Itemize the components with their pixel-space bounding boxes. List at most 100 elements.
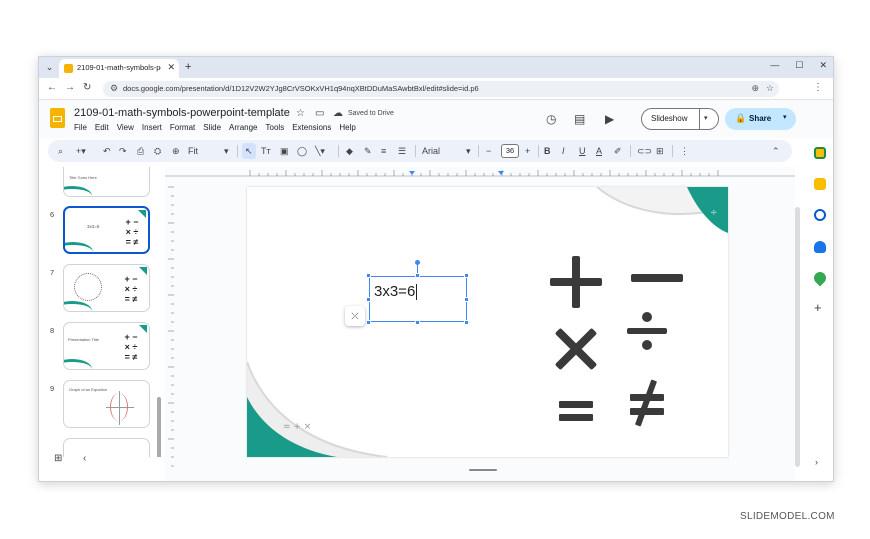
resize-handle-s[interactable] <box>415 320 420 325</box>
grid-view-icon[interactable]: ⊞ <box>54 453 62 464</box>
browser-menu-icon[interactable]: ⋮ <box>813 82 823 93</box>
shape-icon[interactable]: ◯ <box>297 144 307 158</box>
menu-view[interactable]: View <box>117 123 134 132</box>
menu-tools[interactable]: Tools <box>266 123 285 132</box>
border-dash-icon[interactable]: ☰ <box>398 144 406 158</box>
move-folder-icon[interactable]: ▭ <box>315 108 324 119</box>
print-icon[interactable]: ⎙ <box>137 144 144 158</box>
border-weight-icon[interactable]: ≡ <box>381 144 386 158</box>
add-comment-icon[interactable]: ⊞ <box>656 144 664 158</box>
resize-handle-sw[interactable] <box>366 320 371 325</box>
paint-format-icon[interactable]: ⛭ <box>154 144 161 158</box>
indent-marker-icon[interactable] <box>409 171 415 175</box>
slide-thumbnail[interactable]: Title Goes Here <box>63 167 150 197</box>
share-button[interactable]: 🔒 Share ▾ <box>725 108 796 130</box>
filmstrip-scrollbar[interactable] <box>157 397 161 457</box>
menu-format[interactable]: Format <box>170 123 195 132</box>
new-slide-icon[interactable]: +▾ <box>76 144 86 158</box>
horizontal-ruler[interactable] <box>165 167 795 177</box>
insert-image-icon[interactable]: ▣ <box>280 144 289 158</box>
vertical-ruler[interactable] <box>165 183 175 473</box>
text-box-content[interactable]: 3x3=6 <box>374 284 418 300</box>
insert-link-icon[interactable]: ⊂⊃ <box>637 144 652 158</box>
resize-handle-n[interactable] <box>415 273 420 278</box>
keep-icon[interactable] <box>814 178 826 190</box>
selected-text-box[interactable]: 3x3=6 <box>369 276 467 322</box>
close-tab-icon[interactable]: ✕ <box>167 62 175 73</box>
menu-file[interactable]: File <box>74 123 87 132</box>
meet-camera-icon[interactable]: ▶ <box>605 112 614 126</box>
slideshow-options-icon[interactable]: ▾ <box>704 114 708 122</box>
rotate-handle[interactable] <box>415 260 420 265</box>
fill-color-icon[interactable]: ◆ <box>346 144 353 158</box>
slides-logo-icon[interactable] <box>50 108 65 128</box>
zoom-select[interactable]: Fit <box>188 144 198 158</box>
canvas-scrollbar[interactable] <box>795 207 800 467</box>
underline-icon[interactable]: U <box>579 144 586 158</box>
menu-arrange[interactable]: Arrange <box>229 123 257 132</box>
zoom-dropdown-icon[interactable]: ▾ <box>224 144 229 158</box>
font-size-input[interactable]: 36 <box>501 144 519 158</box>
expand-side-panel-icon[interactable]: › <box>815 457 818 467</box>
version-history-icon[interactable]: ◷ <box>546 112 556 126</box>
highlight-icon[interactable]: ✐ <box>614 144 622 158</box>
tab-search-button[interactable]: ⌄ <box>42 60 57 75</box>
contacts-icon[interactable] <box>814 241 826 253</box>
maps-icon[interactable] <box>811 269 829 287</box>
text-wrap-option-icon[interactable]: ⤫ <box>345 306 365 326</box>
font-select[interactable]: Arial <box>422 144 440 158</box>
current-slide[interactable]: ÷ = + × 3x3=6 <box>247 187 728 457</box>
border-color-icon[interactable]: ✎ <box>364 144 372 158</box>
browser-tab[interactable]: 2109-01-math-symbols-powerpoint-template… <box>59 59 179 78</box>
slide-thumbnail-active[interactable]: 3x3=6 + − × ÷ = ≠ <box>63 206 150 254</box>
resize-handle-se[interactable] <box>464 320 469 325</box>
minimize-icon[interactable]: — <box>770 60 779 71</box>
speaker-notes-handle[interactable] <box>469 469 497 471</box>
increase-font-size-icon[interactable]: + <box>525 144 530 158</box>
font-dropdown-icon[interactable]: ▾ <box>466 144 471 158</box>
forward-icon[interactable]: → <box>65 82 75 93</box>
redo-icon[interactable]: ↷ <box>119 144 127 158</box>
slide-thumbnail[interactable]: + − × ÷ = ≠ <box>63 264 150 312</box>
italic-icon[interactable]: I <box>562 144 565 158</box>
undo-icon[interactable]: ↶ <box>103 144 111 158</box>
menu-edit[interactable]: Edit <box>95 123 109 132</box>
tasks-icon[interactable] <box>814 209 826 221</box>
get-add-ons-icon[interactable]: + <box>814 300 822 315</box>
bookmark-star-icon[interactable]: ☆ <box>766 83 774 94</box>
comments-icon[interactable]: ▤ <box>574 112 585 126</box>
bold-icon[interactable]: B <box>544 144 551 158</box>
collapse-filmstrip-icon[interactable]: ‹ <box>83 453 86 464</box>
collapse-toolbar-icon[interactable]: ⌃ <box>772 144 780 158</box>
menu-help[interactable]: Help <box>339 123 355 132</box>
zoom-icon[interactable]: ⊕ <box>751 83 759 94</box>
slide-thumbnail[interactable]: Presentation Title + − × ÷ = ≠ <box>63 322 150 370</box>
slideshow-button[interactable]: Slideshow ▾ <box>641 108 719 130</box>
site-info-icon[interactable]: ⚙ <box>110 83 118 94</box>
resize-handle-nw[interactable] <box>366 273 371 278</box>
star-icon[interactable]: ☆ <box>296 108 305 119</box>
zoom-icon[interactable]: ⊕ <box>172 144 180 158</box>
select-cursor-icon[interactable]: ↖ <box>245 144 253 158</box>
search-menus-icon[interactable]: ⌕ <box>58 144 63 158</box>
line-icon[interactable]: ╲▾ <box>315 144 325 158</box>
calendar-icon[interactable] <box>814 147 826 159</box>
decrease-font-size-icon[interactable]: − <box>486 144 491 158</box>
menu-extensions[interactable]: Extensions <box>292 123 331 132</box>
resize-handle-w[interactable] <box>366 297 371 302</box>
text-color-icon[interactable]: A <box>596 144 602 158</box>
text-box-icon[interactable]: Tт <box>261 144 271 158</box>
reload-icon[interactable]: ↻ <box>83 82 91 93</box>
menu-slide[interactable]: Slide <box>203 123 221 132</box>
menu-insert[interactable]: Insert <box>142 123 162 132</box>
right-indent-marker-icon[interactable] <box>498 171 504 175</box>
back-icon[interactable]: ← <box>47 82 57 93</box>
resize-handle-e[interactable] <box>464 297 469 302</box>
resize-handle-ne[interactable] <box>464 273 469 278</box>
maximize-icon[interactable]: ☐ <box>795 60 803 71</box>
address-bar[interactable]: ⚙ docs.google.com/presentation/d/1D12V2W… <box>103 81 779 97</box>
document-title[interactable]: 2109-01-math-symbols-powerpoint-template <box>74 107 290 119</box>
slide-thumbnail[interactable]: Graph of an Equation <box>63 380 150 428</box>
share-options-icon[interactable]: ▾ <box>783 113 787 121</box>
more-options-icon[interactable]: ⋮ <box>680 144 689 158</box>
